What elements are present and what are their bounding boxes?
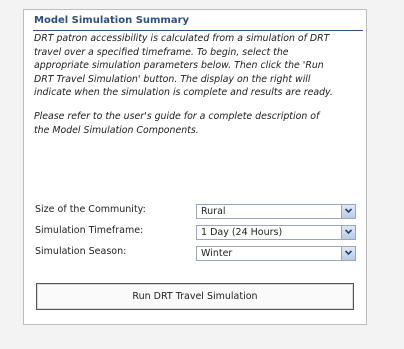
season-dropdown-button[interactable] <box>341 247 355 260</box>
reference-line: the Model Simulation Components. <box>34 124 199 136</box>
season-label: Simulation Season: <box>35 246 127 257</box>
intro-line: DRT patron accessibility is calculated f… <box>34 33 330 44</box>
season-value: Winter <box>201 248 233 259</box>
community-size-value: Rural <box>201 206 226 217</box>
intro-line: DRT Travel Simulation' button. The displ… <box>34 73 311 85</box>
intro-paragraph: DRT patron accessibility is calculated f… <box>34 32 366 100</box>
intro-line: appropriate simulation parameters below.… <box>34 60 324 71</box>
timeframe-value: 1 Day (24 Hours) <box>201 227 283 238</box>
run-simulation-button-label: Run DRT Travel Simulation <box>132 291 258 302</box>
timeframe-dropdown-button[interactable] <box>341 226 355 239</box>
community-size-label: Size of the Community: <box>35 204 146 215</box>
reference-paragraph: Please refer to the user's guide for a c… <box>34 110 366 137</box>
reference-line: Please refer to the user's guide for a c… <box>34 111 320 122</box>
intro-line: indicate when the simulation is complete… <box>34 87 333 98</box>
chevron-down-icon <box>345 208 352 214</box>
community-size-select[interactable]: Rural <box>196 204 356 219</box>
model-simulation-summary-panel: Model Simulation Summary DRT patron acce… <box>23 9 367 325</box>
title-divider <box>33 30 363 31</box>
chevron-down-icon <box>345 250 352 256</box>
run-simulation-button[interactable]: Run DRT Travel Simulation <box>36 283 354 310</box>
timeframe-label: Simulation Timeframe: <box>35 225 144 236</box>
chevron-down-icon <box>345 229 352 235</box>
season-select[interactable]: Winter <box>196 246 356 261</box>
timeframe-select[interactable]: 1 Day (24 Hours) <box>196 225 356 240</box>
panel-title: Model Simulation Summary <box>34 15 190 26</box>
community-size-dropdown-button[interactable] <box>341 205 355 218</box>
intro-line: travel over a specified timeframe. To be… <box>34 46 289 58</box>
